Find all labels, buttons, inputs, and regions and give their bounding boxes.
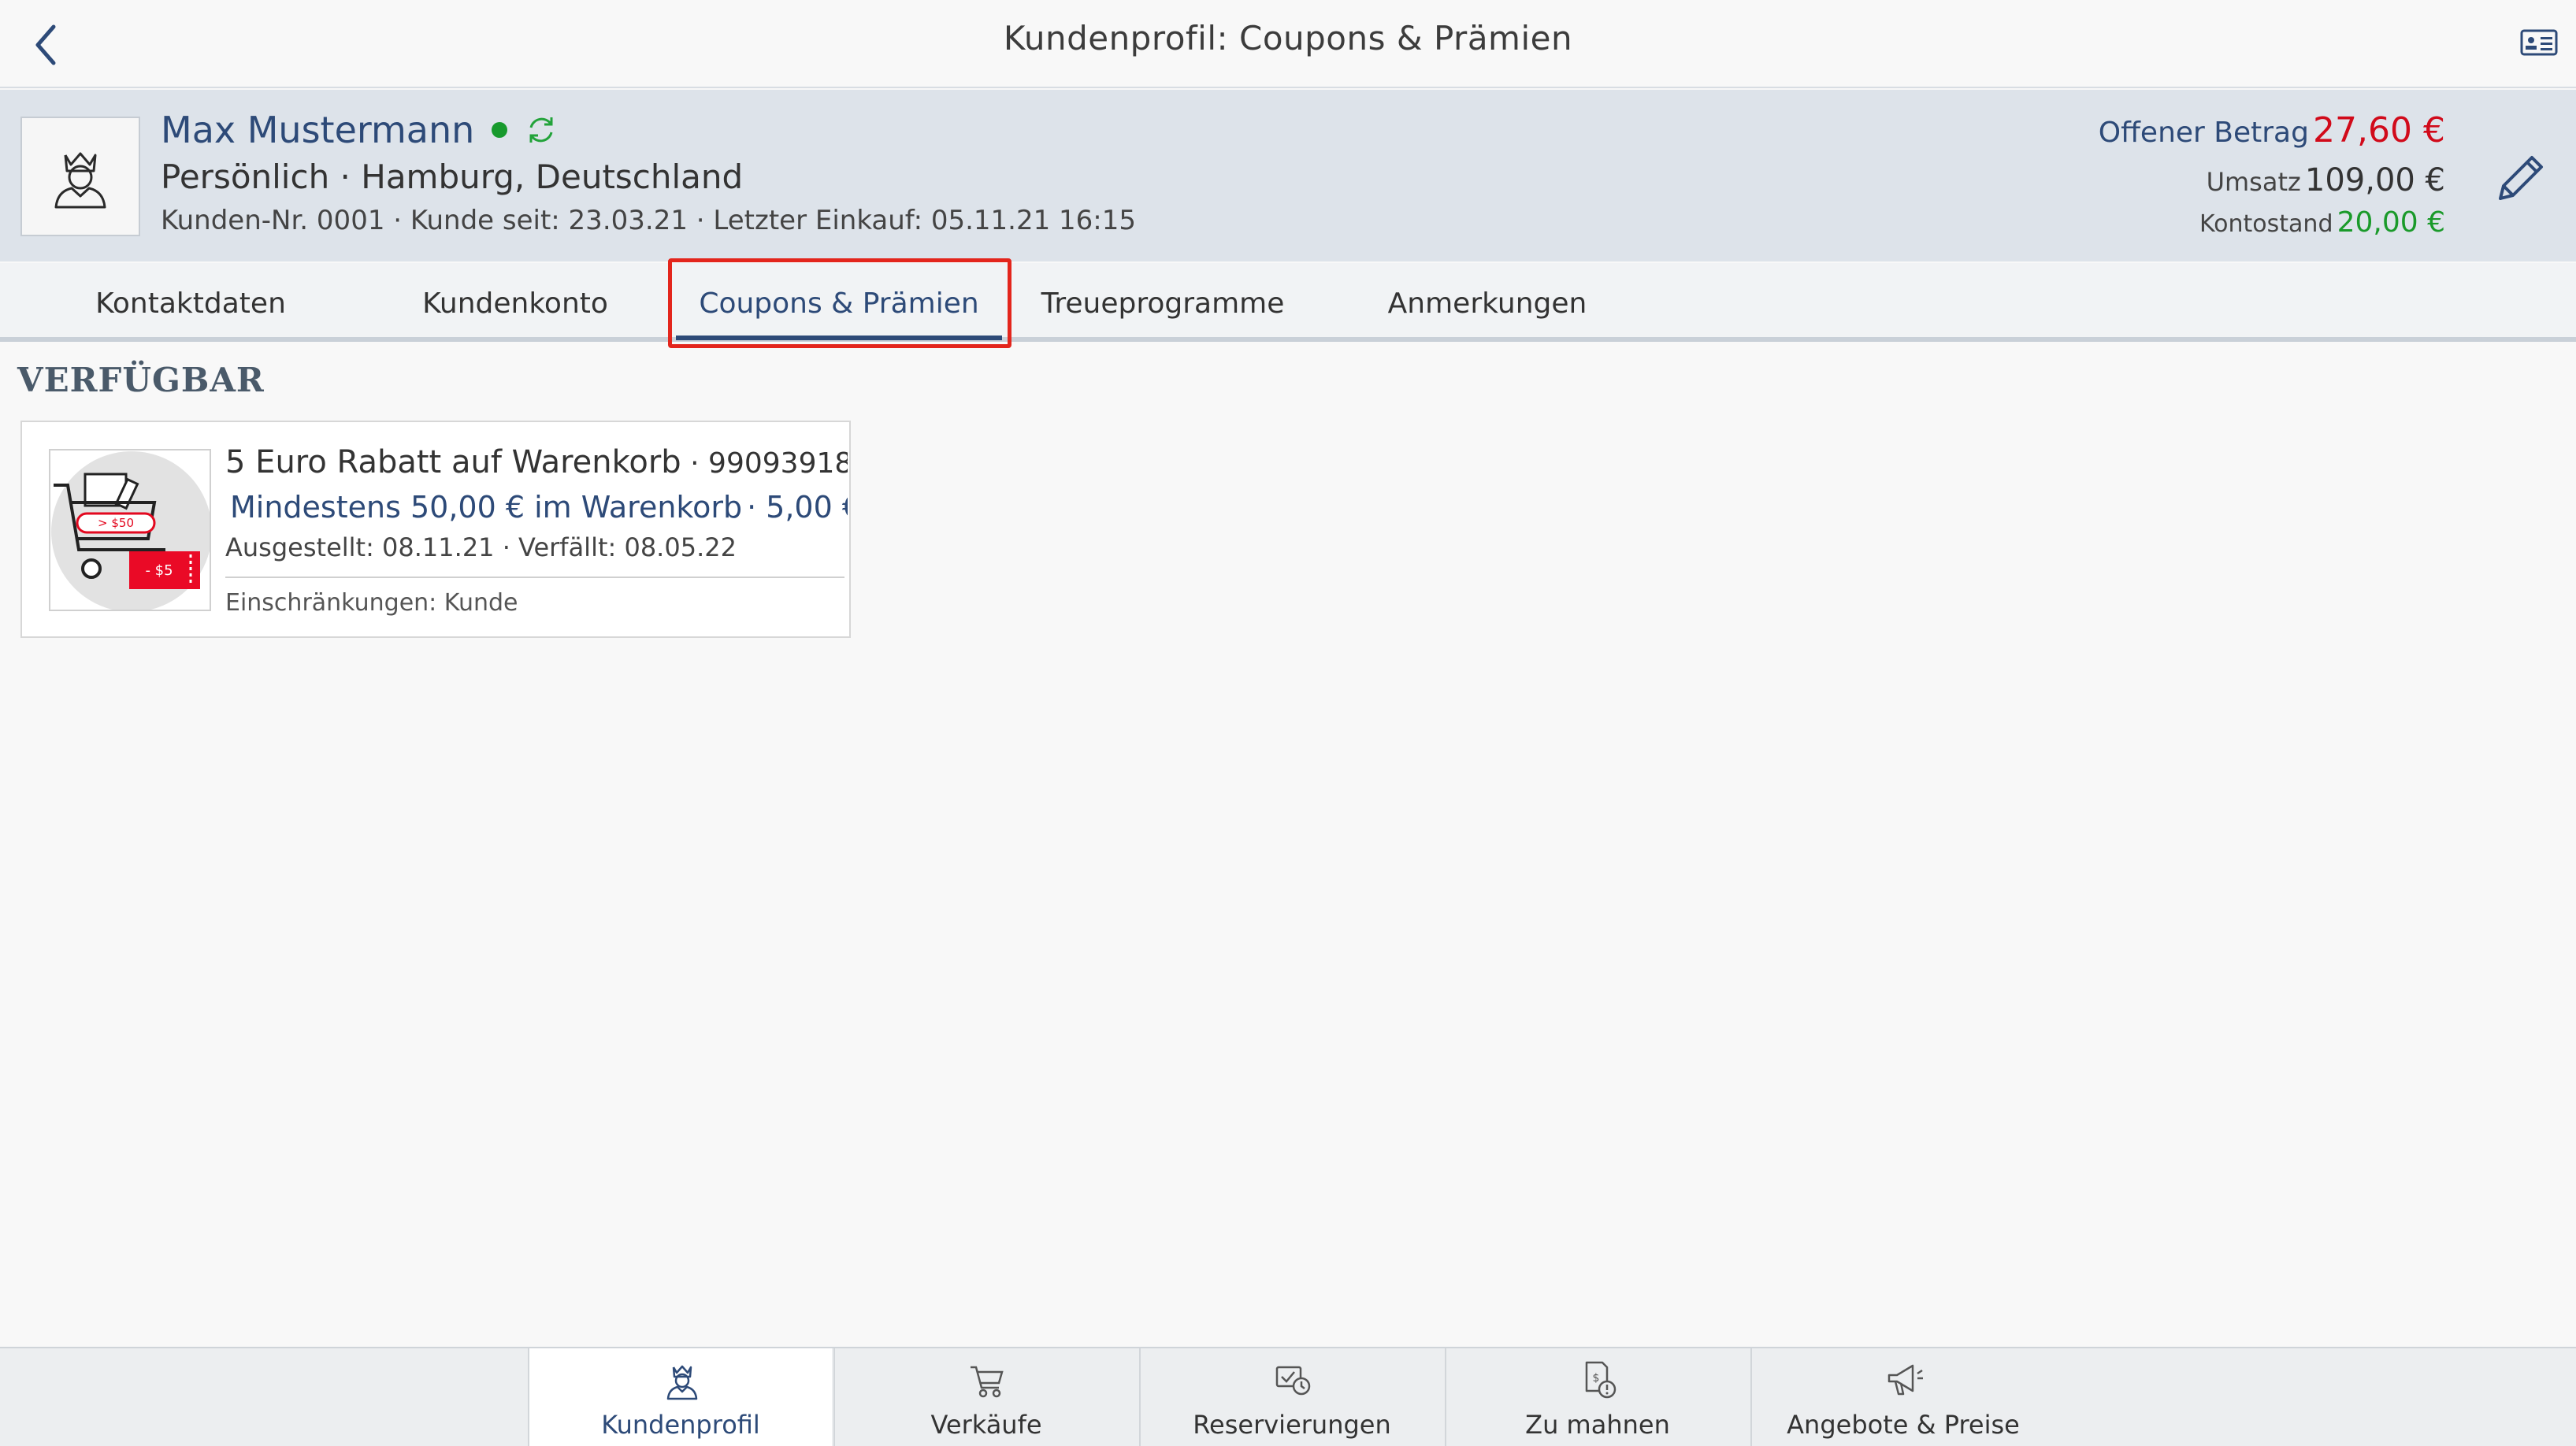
tab-kontaktdaten[interactable]: Kontaktdaten bbox=[32, 263, 350, 342]
nav-verkaeufe[interactable]: Verkäufe bbox=[833, 1348, 1138, 1446]
coupon-divider bbox=[225, 577, 844, 578]
open-amount: Offener Betrag 27,60 € bbox=[2099, 110, 2445, 150]
section-title-available: VERFÜGBAR bbox=[17, 361, 265, 399]
revenue-value: 109,00 € bbox=[2304, 162, 2445, 198]
svg-text:$: $ bbox=[1593, 1372, 1600, 1385]
id-card-icon bbox=[2520, 29, 2558, 56]
nav-zu-mahnen[interactable]: $ Zu mahnen bbox=[1445, 1348, 1749, 1446]
open-amount-value: 27,60 € bbox=[2313, 110, 2445, 150]
coupon-separator: · bbox=[681, 447, 709, 480]
megaphone-icon bbox=[1887, 1364, 1923, 1396]
cart-icon bbox=[971, 1366, 1004, 1398]
coupon-image: > $50 - $5 bbox=[49, 449, 211, 611]
open-amount-label: Offener Betrag bbox=[2098, 117, 2309, 149]
sync-icon[interactable] bbox=[525, 113, 558, 146]
customer-name: Max Mustermann bbox=[161, 109, 475, 151]
edit-customer-button[interactable] bbox=[2489, 146, 2552, 209]
active-tab-indicator bbox=[676, 336, 1002, 340]
dunning-icon: $ bbox=[1585, 1361, 1616, 1399]
pencil-icon bbox=[2499, 156, 2543, 200]
account-balance: Kontostand 20,00 € bbox=[2199, 206, 2445, 239]
customer-name-row: Max Mustermann bbox=[161, 109, 558, 151]
page-title: Kundenprofil: Coupons & Prämien bbox=[1003, 19, 1573, 57]
profile-tabs: Kontaktdaten Kundenkonto Coupons & Prämi… bbox=[0, 263, 2576, 342]
tab-anmerkungen[interactable]: Anmerkungen bbox=[1328, 263, 1646, 342]
online-status-dot bbox=[492, 122, 508, 138]
coupon-dates: Ausgestellt: 08.11.21 · Verfällt: 08.05.… bbox=[225, 532, 737, 562]
coupon-condition-separator: · bbox=[747, 490, 757, 525]
revenue: Umsatz 109,00 € bbox=[2207, 162, 2445, 198]
coupon-discount-value: 5,00 € bbox=[766, 490, 848, 525]
customer-header: Max Mustermann Persönlich · Hamburg, Deu… bbox=[0, 90, 2576, 261]
tab-treueprogramme[interactable]: Treueprogramme bbox=[1004, 263, 1322, 342]
nav-kundenprofil[interactable]: Kundenprofil bbox=[528, 1348, 832, 1446]
nav-reservierungen[interactable]: Reservierungen bbox=[1139, 1348, 1443, 1446]
nav-angebote-preise[interactable]: Angebote & Preise bbox=[1750, 1348, 2054, 1446]
coupon-condition-row: Mindestens 50,00 € im Warenkorb · % 5,00… bbox=[225, 490, 848, 525]
coupon-title: 5 Euro Rabatt auf Warenkorb bbox=[225, 444, 681, 480]
revenue-label: Umsatz bbox=[2206, 167, 2301, 197]
coupon-id: 9909391810 bbox=[708, 447, 848, 480]
coupon-title-row: 5 Euro Rabatt auf Warenkorb · 9909391810 bbox=[225, 444, 848, 480]
balance-label: Kontostand bbox=[2199, 210, 2333, 238]
tab-kundenkonto[interactable]: Kundenkonto bbox=[356, 263, 674, 342]
top-bar: Kundenprofil: Coupons & Prämien bbox=[0, 0, 2576, 88]
nav-label-reservierungen: Reservierungen bbox=[1193, 1410, 1391, 1440]
coupon-restrictions: Einschränkungen: Kunde bbox=[225, 589, 518, 617]
tab-coupons-praemien[interactable]: Coupons & Prämien bbox=[676, 263, 1002, 342]
balance-value: 20,00 € bbox=[2337, 206, 2445, 239]
coupon-discount-tag: - $5 bbox=[145, 562, 173, 579]
bottom-navigation: Kundenprofil Verkäufe Reservierungen $ Z… bbox=[0, 1347, 2576, 1446]
reservation-icon bbox=[1275, 1366, 1311, 1396]
customer-type-location: Persönlich · Hamburg, Deutschland bbox=[161, 158, 744, 196]
coupon-cart-illustration: > $50 - $5 bbox=[51, 451, 210, 610]
coupon-condition: Mindestens 50,00 € im Warenkorb bbox=[230, 490, 743, 525]
customer-icon bbox=[666, 1365, 698, 1400]
nav-label-angebote-preise: Angebote & Preise bbox=[1787, 1410, 2020, 1440]
customer-meta: Kunden-Nr. 0001 · Kunde seit: 23.03.21 ·… bbox=[161, 205, 1137, 236]
customer-icon bbox=[54, 152, 106, 209]
coupon-threshold-tag: > $50 bbox=[98, 516, 134, 530]
coupon-card[interactable]: > $50 - $5 5 Euro Rabatt auf Warenkorb ·… bbox=[20, 421, 851, 638]
avatar bbox=[20, 117, 140, 236]
nav-label-kundenprofil: Kundenprofil bbox=[601, 1410, 760, 1440]
nav-label-zu-mahnen: Zu mahnen bbox=[1525, 1410, 1670, 1440]
nav-label-verkaeufe: Verkäufe bbox=[930, 1410, 1042, 1440]
customer-card-button[interactable] bbox=[2519, 27, 2559, 58]
